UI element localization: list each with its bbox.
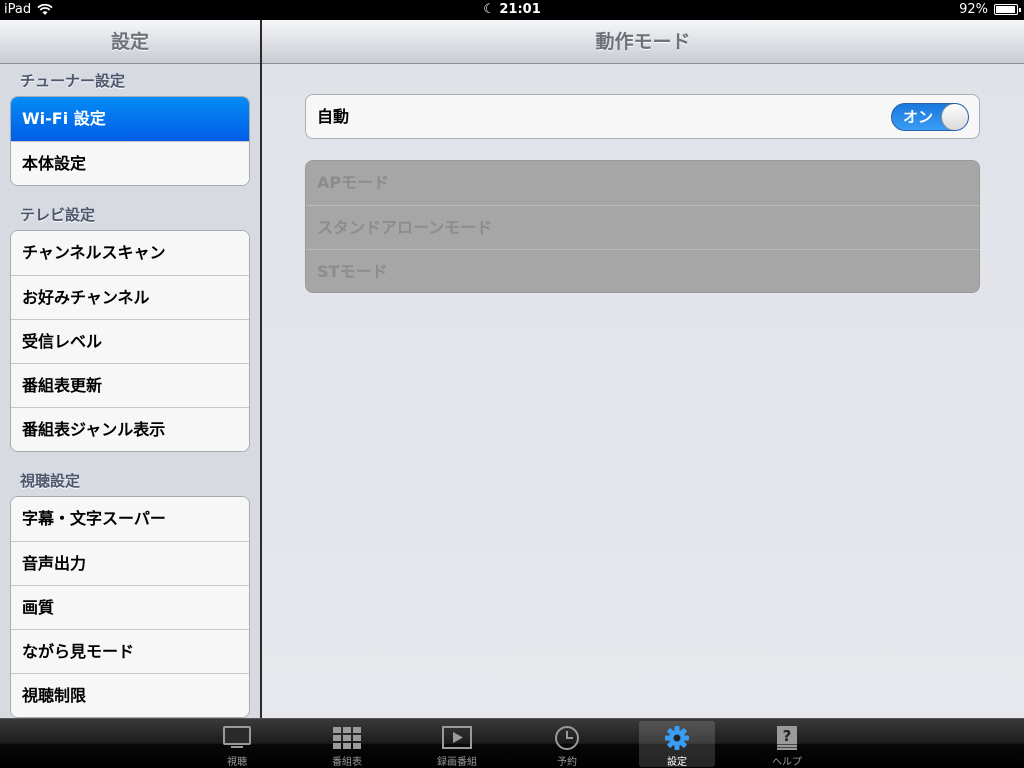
mode-item-standalone: スタンドアローンモード	[306, 205, 979, 249]
grid-icon	[333, 727, 361, 749]
tab-epg[interactable]: 番組表	[309, 721, 385, 768]
tv-icon	[223, 726, 251, 748]
group-tuner: Wi-Fi 設定 本体設定	[10, 96, 250, 186]
tab-recordings[interactable]: 録画番組	[419, 721, 495, 768]
group-tv: チャンネルスキャン お好みチャンネル 受信レベル 番組表更新 番組表ジャンル表示	[10, 230, 250, 452]
tab-help[interactable]: ? ヘルプ	[749, 721, 825, 768]
play-icon	[442, 726, 472, 749]
toggle-on-text: オン	[903, 108, 934, 126]
menu-item-audio-output[interactable]: 音声出力	[11, 541, 249, 585]
auto-label: 自動	[317, 107, 350, 126]
mode-list: APモード スタンドアローンモード STモード	[305, 160, 980, 293]
section-header-viewing: 視聴設定	[20, 472, 81, 490]
tab-reservations[interactable]: 予約	[529, 721, 605, 768]
group-viewing: 字幕・文字スーパー 音声出力 画質 ながら見モード 視聴制限	[10, 496, 250, 718]
tab-settings[interactable]: 設定	[639, 721, 715, 768]
menu-item-epg-genre[interactable]: 番組表ジャンル表示	[11, 407, 249, 451]
menu-item-reception-level[interactable]: 受信レベル	[11, 319, 249, 363]
menu-item-wifi-settings[interactable]: Wi-Fi 設定	[11, 97, 249, 141]
help-icon: ?	[777, 726, 797, 750]
battery-icon	[994, 4, 1021, 15]
section-header-tuner: チューナー設定	[20, 72, 126, 90]
tab-bar: 視聴 番組表 録画番組 予約 設定 ? ヘルプ	[0, 718, 1024, 768]
svg-text:?: ?	[783, 727, 792, 745]
section-header-tv: テレビ設定	[20, 206, 96, 224]
mode-item-st: STモード	[306, 249, 979, 292]
status-bar: iPad ☾ 21:01 92%	[0, 0, 1024, 20]
menu-item-favorite-channels[interactable]: お好みチャンネル	[11, 275, 249, 319]
toggle-knob	[941, 104, 968, 130]
detail-pane: 動作モード 自動 オン APモード スタンドアローンモード STモード	[262, 20, 1024, 718]
detail-title: 動作モード	[262, 20, 1024, 64]
auto-toggle[interactable]: オン	[891, 103, 969, 131]
menu-item-epg-update[interactable]: 番組表更新	[11, 363, 249, 407]
menu-item-subtitles[interactable]: 字幕・文字スーパー	[11, 497, 249, 541]
menu-item-picture-quality[interactable]: 画質	[11, 585, 249, 629]
battery-percent: 92%	[959, 2, 988, 17]
moon-icon: ☾	[483, 2, 495, 17]
menu-item-casual-mode[interactable]: ながら見モード	[11, 629, 249, 673]
auto-row: 自動 オン	[305, 94, 980, 139]
menu-item-device-settings[interactable]: 本体設定	[11, 141, 249, 185]
tab-watch[interactable]: 視聴	[199, 721, 275, 768]
clock-icon	[555, 726, 579, 750]
master-title: 設定	[0, 20, 260, 64]
mode-item-ap: APモード	[306, 161, 979, 205]
clock-time: 21:01	[499, 2, 541, 17]
gear-icon	[665, 726, 689, 750]
menu-item-channel-scan[interactable]: チャンネルスキャン	[11, 231, 249, 275]
menu-item-parental-control[interactable]: 視聴制限	[11, 673, 249, 717]
master-pane: 設定 チューナー設定 Wi-Fi 設定 本体設定 テレビ設定 チャンネルスキャン…	[0, 20, 260, 718]
